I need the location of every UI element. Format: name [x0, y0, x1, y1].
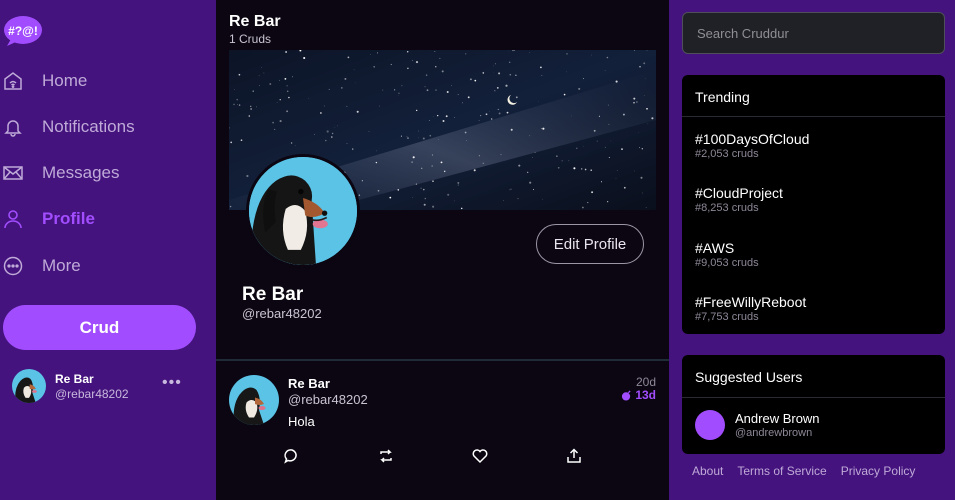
profile-avatar[interactable] — [246, 154, 360, 268]
nav-more-label: More — [42, 256, 81, 275]
home-icon — [1, 69, 25, 93]
nav-notifications-label: Notifications — [42, 117, 135, 136]
terms-link[interactable]: Terms of Service — [737, 464, 826, 478]
more-circle-icon — [1, 254, 25, 278]
post-expires-value: 13d — [635, 388, 656, 402]
edit-profile-button[interactable]: Edit Profile — [536, 224, 644, 264]
right-column: Trending #100DaysOfCloud #2,053 cruds #C… — [669, 0, 955, 500]
nav-notifications[interactable]: Notifications — [0, 112, 135, 142]
main-feed: Re Bar 1 Cruds Edit Profile Re Bar @reba… — [216, 0, 669, 500]
footer-links: About Terms of Service Privacy Policy — [692, 464, 942, 478]
more-options-icon[interactable]: ••• — [162, 374, 182, 392]
trending-count: #9,053 cruds — [695, 257, 759, 269]
trending-tag: #100DaysOfCloud — [695, 131, 810, 147]
post-author-name[interactable]: Re Bar — [288, 376, 330, 391]
envelope-icon — [1, 161, 25, 185]
suggested-title: Suggested Users — [695, 369, 803, 385]
reply-icon[interactable] — [283, 447, 301, 465]
bomb-icon — [622, 389, 631, 401]
suggested-user-handle[interactable]: @andrewbrown — [735, 427, 812, 439]
trending-item[interactable]: #FreeWillyReboot #7,753 cruds — [695, 294, 935, 323]
avatar — [12, 369, 46, 403]
trending-count: #8,253 cruds — [695, 202, 759, 214]
trending-title: Trending — [695, 89, 750, 105]
nav-profile-label: Profile — [42, 209, 95, 228]
activity-item[interactable]: Re Bar @rebar48202 Hola 20d 13d — [216, 361, 669, 500]
current-user[interactable]: Re Bar @rebar48202 ••• — [12, 369, 207, 403]
nav-more[interactable]: More — [0, 251, 81, 281]
post-text: Hola — [288, 414, 315, 429]
trending-tag: #FreeWillyReboot — [695, 294, 807, 310]
crud-count: 1 Cruds — [229, 32, 272, 46]
trending-card: Trending #100DaysOfCloud #2,053 cruds #C… — [682, 75, 945, 334]
about-link[interactable]: About — [692, 464, 723, 478]
profile-handle: @rebar48202 — [242, 306, 322, 321]
privacy-link[interactable]: Privacy Policy — [841, 464, 916, 478]
logo-text: #?@! — [8, 24, 38, 38]
current-user-handle: @rebar48202 — [55, 387, 129, 401]
logo[interactable]: #?@! — [3, 15, 43, 47]
nav-home[interactable]: Home — [0, 66, 87, 96]
trending-item[interactable]: #100DaysOfCloud #2,053 cruds — [695, 131, 935, 160]
post-actions — [283, 447, 583, 465]
crud-button[interactable]: Crud — [3, 305, 196, 350]
divider — [682, 116, 945, 117]
like-icon[interactable] — [471, 447, 489, 465]
bell-icon — [1, 115, 25, 139]
page-title: Re Bar — [229, 13, 281, 30]
profile-name: Re Bar — [242, 284, 304, 305]
suggested-user-name[interactable]: Andrew Brown — [735, 411, 820, 426]
trending-tag: #CloudProject — [695, 185, 783, 201]
search-input[interactable] — [682, 12, 945, 54]
nav-home-label: Home — [42, 71, 88, 90]
share-icon[interactable] — [565, 447, 583, 465]
trending-count: #2,053 cruds — [695, 148, 759, 160]
avatar[interactable] — [229, 375, 279, 425]
trending-count: #7,753 cruds — [695, 311, 759, 323]
nav-messages-label: Messages — [42, 163, 120, 182]
repost-icon[interactable] — [377, 447, 395, 465]
post-time: 20d — [635, 375, 656, 389]
suggested-users-card: Suggested Users Andrew Brown @andrewbrow… — [682, 355, 945, 454]
nav-messages[interactable]: Messages — [0, 158, 119, 188]
divider — [682, 397, 945, 398]
current-user-name: Re Bar — [55, 372, 94, 386]
post-author-handle[interactable]: @rebar48202 — [288, 392, 368, 407]
avatar[interactable] — [695, 410, 725, 440]
trending-item[interactable]: #CloudProject #8,253 cruds — [695, 185, 935, 214]
trending-tag: #AWS — [695, 240, 735, 256]
person-icon — [1, 207, 25, 231]
logo-bubble-icon: #?@! — [4, 16, 42, 46]
nav-profile[interactable]: Profile — [0, 204, 95, 234]
sidebar: #?@! Home Notifications Messages Profile… — [0, 0, 216, 500]
post-expires: 13d — [621, 388, 656, 402]
trending-item[interactable]: #AWS #9,053 cruds — [695, 240, 935, 269]
app: #?@! Home Notifications Messages Profile… — [0, 0, 955, 500]
